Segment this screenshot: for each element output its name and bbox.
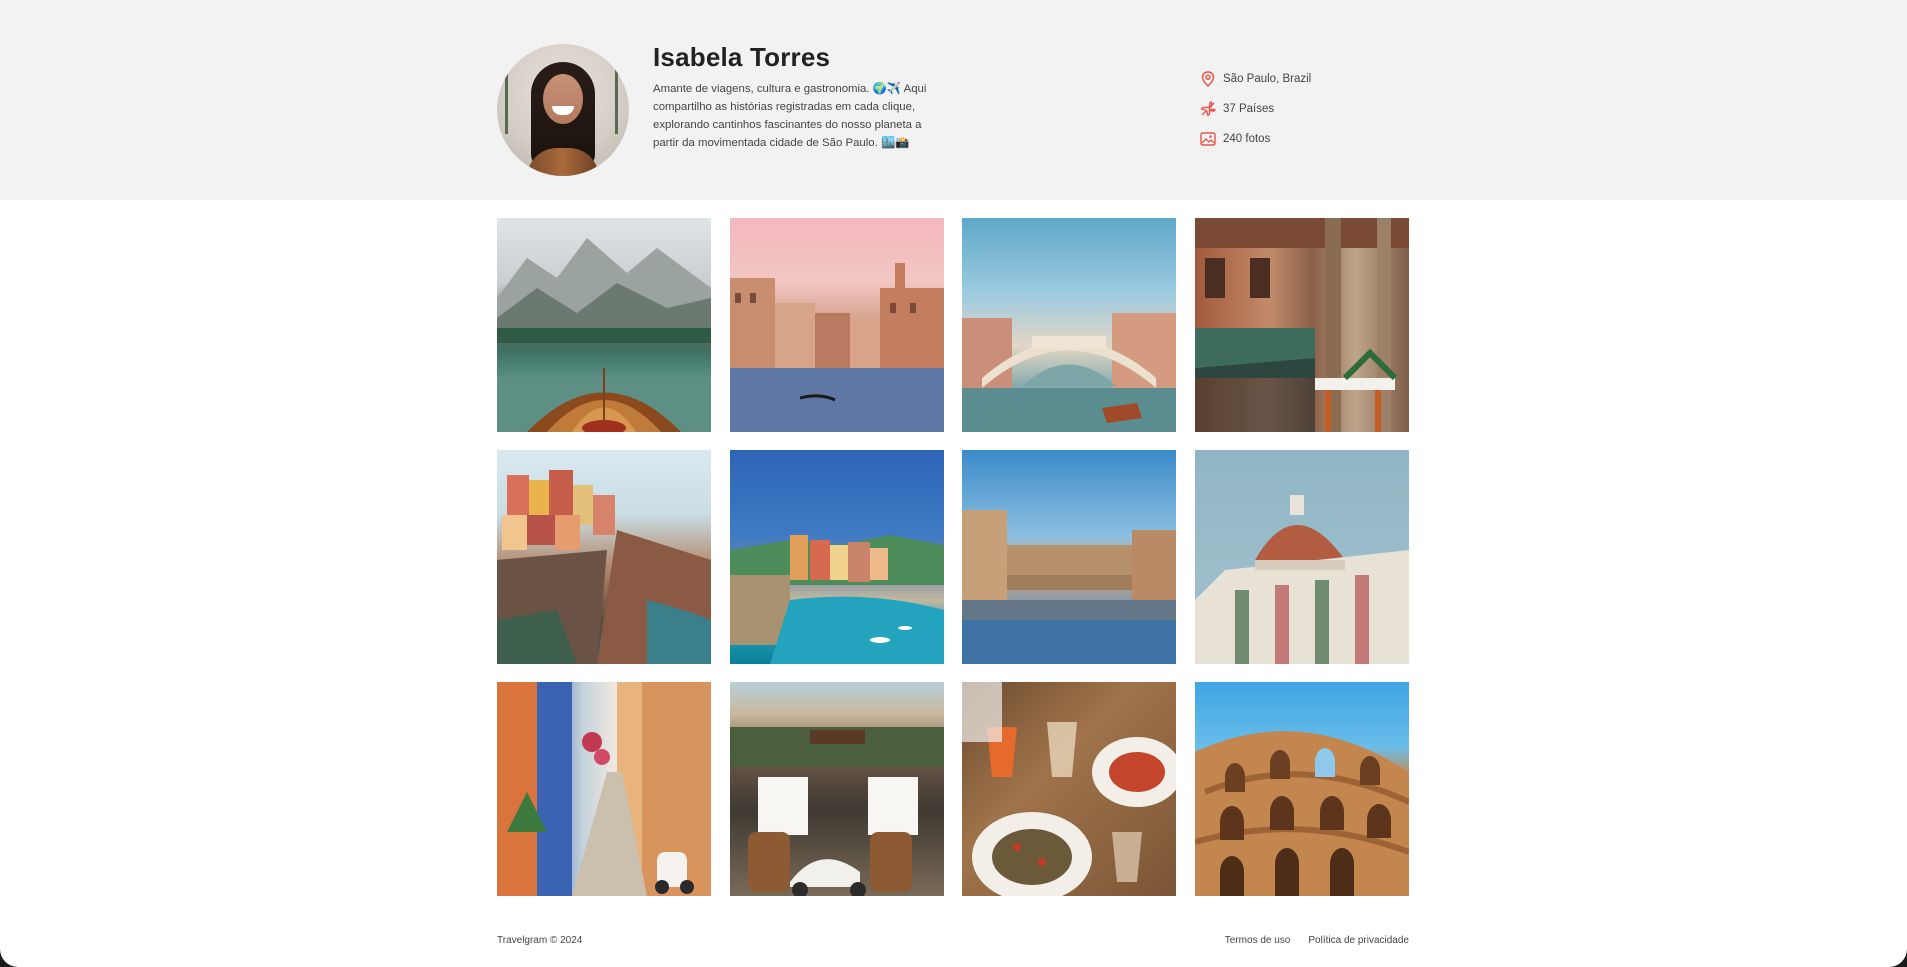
- avatar-face: [543, 74, 583, 124]
- page: Isabela Torres Amante de viagens, cultur…: [0, 0, 1907, 967]
- avatar: [497, 44, 629, 176]
- stat-photos-text: 240 fotos: [1223, 133, 1271, 145]
- stat-location: São Paulo, Brazil: [1200, 70, 1311, 88]
- stat-location-text: São Paulo, Brazil: [1223, 73, 1312, 85]
- profile-name: Isabela Torres: [653, 42, 831, 72]
- plane-icon: [1200, 101, 1216, 117]
- photo-grid: [497, 218, 1409, 896]
- photo-colosseum[interactable]: [1194, 682, 1409, 896]
- photo-rialto-bridge[interactable]: [962, 218, 1176, 432]
- stat-countries-text: 37 Países: [1223, 103, 1275, 115]
- photo-ponte-vecchio[interactable]: [962, 450, 1176, 664]
- palm-decoration: [615, 54, 618, 134]
- photo-venice-canal-sunset[interactable]: [729, 218, 944, 432]
- photo-colorful-alley-vespa[interactable]: [497, 682, 711, 896]
- photo-mountain-lake-boat[interactable]: [497, 218, 711, 432]
- footer-copyright: Travelgram © 2024: [497, 935, 583, 946]
- profile-header: Isabela Torres Amante de viagens, cultur…: [0, 0, 1907, 200]
- stat-photos: 240 fotos: [1200, 130, 1311, 148]
- palm-decoration: [505, 54, 508, 134]
- photo-vernazza-harbor[interactable]: [729, 450, 944, 664]
- footer-links: Termos de uso Política de privacidade: [1225, 935, 1409, 946]
- map-pin-icon: [1200, 71, 1216, 87]
- profile-bio: Amante de viagens, cultura e gastronomia…: [653, 83, 927, 149]
- photo-florence-duomo[interactable]: [1194, 450, 1409, 664]
- stat-countries: 37 Países: [1200, 100, 1311, 118]
- photo-manarola-cliff-village[interactable]: [497, 450, 711, 664]
- profile-stats: São Paulo, Brazil 37 Países 240 fotos: [1200, 70, 1311, 160]
- privacy-link[interactable]: Política de privacidade: [1308, 935, 1409, 946]
- photo-pasta-and-wine-table[interactable]: [962, 682, 1176, 896]
- terms-link[interactable]: Termos de uso: [1225, 935, 1291, 946]
- photo-cafe-vespa-barrels[interactable]: [729, 682, 944, 896]
- image-icon: [1200, 131, 1216, 147]
- photo-venice-restaurant-terrace[interactable]: [1194, 218, 1409, 432]
